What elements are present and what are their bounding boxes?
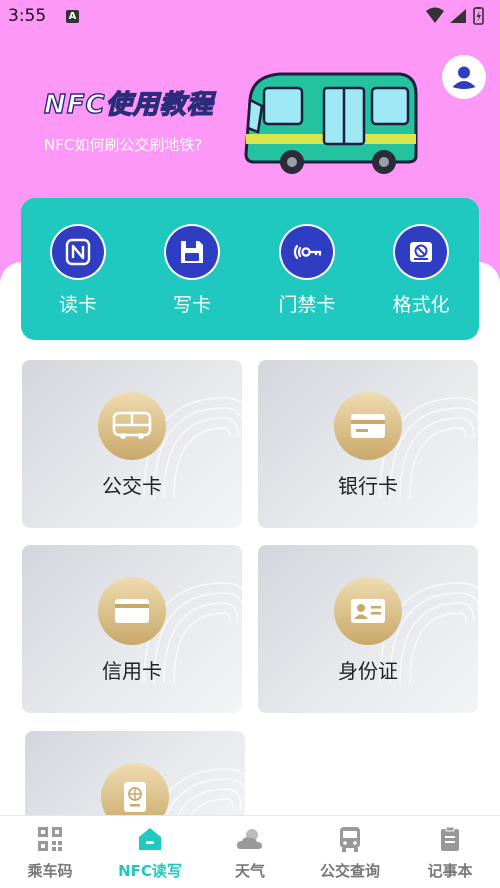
tool-label: 写卡 [172, 294, 211, 316]
nav-item-notebook[interactable]: 记事本 [400, 824, 500, 881]
bus-query-icon [340, 827, 360, 852]
credit-card-icon [115, 599, 149, 623]
card-bank[interactable]: 银行卡 [258, 360, 478, 528]
notification-badge-icon: A [66, 10, 79, 23]
bus-illustration [244, 72, 418, 174]
nfc-tools-panel: 读卡 写卡 门禁卡 格式化 [21, 198, 479, 340]
user-avatar-button[interactable] [442, 55, 486, 99]
floppy-disk-icon [181, 241, 203, 263]
tool-write-card[interactable]: 写卡 [147, 224, 237, 317]
nav-label: 记事本 [427, 862, 473, 880]
tool-access-card[interactable]: 门禁卡 [262, 224, 352, 317]
nav-item-weather[interactable]: 天气 [200, 824, 300, 881]
nav-label: 天气 [234, 862, 265, 880]
weather-icon [237, 829, 262, 849]
nav-label: 乘车码 [27, 862, 73, 880]
nfc-icon [65, 238, 91, 266]
page-subtitle[interactable]: NFC如何刷公交刷地铁? [44, 134, 202, 155]
signal-icon [450, 9, 466, 23]
passport-icon [124, 782, 146, 812]
nav-item-ride-code[interactable]: 乘车码 [0, 824, 100, 881]
wifi-icon [426, 7, 444, 23]
format-icon [410, 242, 432, 262]
card-credit[interactable]: 信用卡 [22, 545, 242, 713]
nav-item-bus-query[interactable]: 公交查询 [300, 824, 400, 881]
tool-read-card[interactable]: 读卡 [33, 224, 123, 317]
status-bar: 3:55 A [0, 0, 500, 34]
bus-icon [112, 411, 152, 439]
card-label: 身份证 [338, 659, 398, 683]
page-title: NFC使用教程 [43, 89, 214, 120]
bank-card-icon [351, 414, 385, 438]
home-icon [139, 828, 161, 850]
id-card-icon [351, 599, 385, 623]
notebook-icon [441, 826, 459, 851]
tool-format[interactable]: 格式化 [376, 224, 466, 317]
qr-code-icon [38, 827, 62, 851]
card-label: 信用卡 [102, 659, 162, 683]
nav-label: NFC读写 [118, 862, 182, 880]
tool-label: 读卡 [58, 294, 97, 316]
card-bus[interactable]: 公交卡 [22, 360, 242, 528]
user-icon [448, 61, 480, 93]
card-label: 公交卡 [102, 474, 162, 498]
tool-label: 门禁卡 [278, 294, 336, 316]
card-id[interactable]: 身份证 [258, 545, 478, 713]
nav-item-nfc[interactable]: NFC读写 [100, 824, 200, 881]
tool-label: 格式化 [392, 294, 450, 316]
status-time: 3:55 [8, 6, 47, 26]
card-label: 银行卡 [338, 474, 398, 498]
door-key-icon [293, 244, 322, 260]
nav-label: 公交查询 [319, 862, 380, 880]
status-icons [426, 7, 484, 25]
bottom-navigation: 乘车码 NFC读写 天气 公交查询 记事本 [0, 815, 500, 888]
